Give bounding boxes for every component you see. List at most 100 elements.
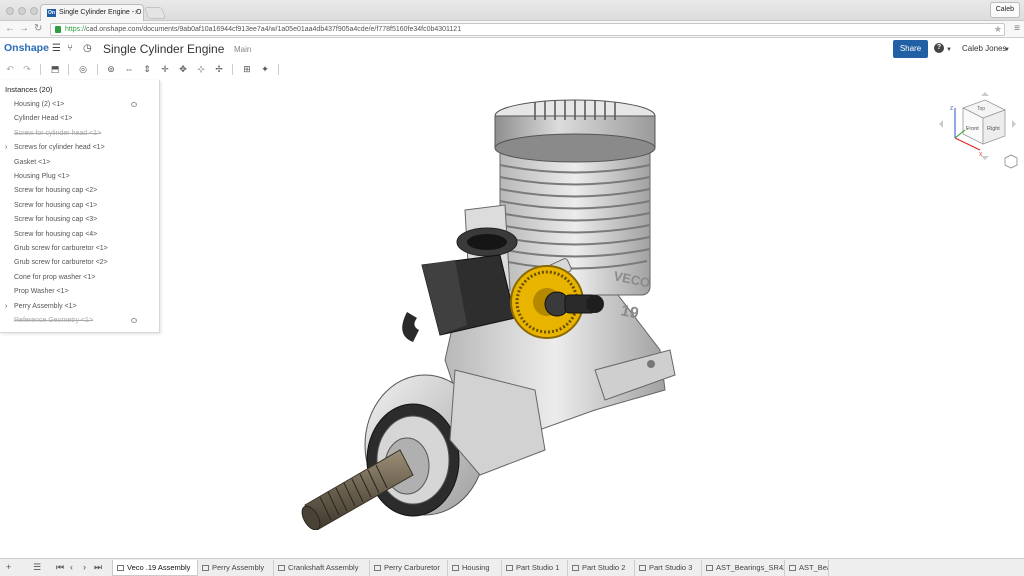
engine-model[interactable]: VECO 19 [295,90,715,530]
help-dropdown-icon[interactable]: ▼ [946,47,952,53]
instance-list-item[interactable]: Screw for cylinder head <1> [0,127,159,141]
instance-list-item[interactable]: › Perry Assembly <1> [0,300,159,314]
ball-mate-icon[interactable]: ✥ [176,62,190,76]
instance-list-item[interactable]: Screw for housing cap <2> [0,184,159,198]
document-tab[interactable]: Housing [448,560,502,576]
zoom-window-button[interactable] [30,7,38,15]
close-tab-icon[interactable]: × [134,8,139,17]
instance-list-item[interactable]: Cone for prop washer <1> [0,271,159,285]
document-tab[interactable]: AST_Bearin [785,560,829,576]
tab-type-icon [572,565,579,571]
rotate-right-arrow-icon [1012,120,1016,128]
tab-type-icon [639,565,646,571]
visibility-eye-icon[interactable] [131,102,137,107]
cylindrical-mate-icon[interactable]: ⇕ [140,62,154,76]
document-tab-label: Part Studio 3 [649,563,693,572]
last-tab-icon[interactable]: ⏭ [94,562,102,573]
user-menu[interactable]: Caleb Jones [962,44,1006,53]
pin-slot-mate-icon[interactable]: ⊹ [194,62,208,76]
document-tab[interactable]: Perry Assembly [198,560,274,576]
forward-icon[interactable]: → [19,23,29,34]
url-protocol: https:// [65,26,87,33]
tab-list-icon[interactable]: ☰ [33,562,41,573]
group-icon[interactable]: ✦ [258,62,272,76]
instance-list-item[interactable]: Housing (2) <1> [0,98,159,112]
instance-label: Screw for housing cap <1> [14,201,98,209]
document-tab[interactable]: Perry Carburetor [370,560,448,576]
minimize-window-button[interactable] [18,7,26,15]
instance-list-item[interactable]: Screw for housing cap <3> [0,213,159,227]
close-window-button[interactable] [6,7,14,15]
document-tab[interactable]: Veco .19 Assembly [112,560,198,576]
instance-list-item[interactable]: Reference Geometry <1> [0,314,159,328]
tab-type-icon [117,565,124,571]
instance-list-item[interactable]: Prop Washer <1> [0,285,159,299]
expand-chevron-icon[interactable]: › [5,300,7,314]
document-title[interactable]: Single Cylinder Engine [103,42,224,56]
back-icon[interactable]: ← [5,23,15,34]
z-axis-label: Z [950,106,953,112]
parallel-mate-icon[interactable]: ✢ [212,62,226,76]
rotate-down-arrow-icon [981,156,989,160]
instance-label: Screws for cylinder head <1> [14,144,105,152]
expand-chevron-icon[interactable]: › [5,141,7,155]
document-menu-icon[interactable]: ☰ [52,43,61,54]
visibility-eye-icon[interactable] [131,318,137,323]
view-cube-top-label: Top [977,106,985,112]
user-dropdown-icon[interactable]: ▼ [1004,47,1010,53]
redo-icon[interactable]: ↷ [20,62,34,76]
next-tab-icon[interactable]: › [83,562,86,572]
rotate-left-arrow-icon [939,120,943,128]
browser-user-chip[interactable]: Caleb [989,2,1020,18]
instance-label: Screw for housing cap <4> [14,230,98,238]
engraving-19: 19 [619,302,640,322]
previous-tab-icon[interactable]: ‹ [70,562,73,572]
instance-label: Screw for housing cap <2> [14,187,98,195]
view-cube[interactable]: Top Front Right Z X Y [935,88,1020,178]
document-tab-label: Perry Assembly [212,563,265,572]
tab-type-icon [452,565,459,571]
instance-list-item[interactable]: Screw for housing cap <1> [0,199,159,213]
document-tab-label: Part Studio 2 [582,563,626,572]
instance-list-item[interactable]: Grub screw for carburetor <1> [0,242,159,256]
document-tab[interactable]: Part Studio 2 [568,560,635,576]
history-icon[interactable]: ◷ [83,43,92,54]
add-tab-icon[interactable]: + [6,562,11,572]
browser-tab[interactable]: On Single Cylinder Engine - O × [40,4,144,21]
lock-icon [55,26,61,33]
instance-label: Screw for housing cap <3> [14,216,98,224]
tab-type-icon [278,565,285,571]
share-button[interactable]: Share [893,40,928,58]
document-tab-label: AST_Bearings_SR4ZZ [716,563,785,572]
document-tab-label: Part Studio 1 [516,563,560,572]
slider-mate-icon[interactable]: ⇔ [122,62,136,76]
instance-list-item[interactable]: Housing Plug <1> [0,170,159,184]
onshape-logo[interactable]: Onshape [4,42,49,54]
url-input[interactable]: https://cad.onshape.com/documents/9ab0af… [50,23,1005,36]
mount-hole [647,360,655,368]
help-icon[interactable]: ? [934,43,944,53]
revolute-mate-icon[interactable]: ⊚ [104,62,118,76]
instance-list-item[interactable]: Cylinder Head <1> [0,112,159,126]
document-tab[interactable]: Crankshaft Assembly [274,560,370,576]
version-graph-icon[interactable]: ⑂ [67,43,73,54]
mate-connector-icon[interactable]: ⊞ [240,62,254,76]
instance-list-item[interactable]: Grub screw for carburetor <2> [0,256,159,270]
insert-icon[interactable]: ⬒ [48,62,62,76]
document-tab[interactable]: Part Studio 3 [635,560,702,576]
reload-icon[interactable]: ↻ [34,23,42,34]
instance-list-item[interactable]: Gasket <1> [0,156,159,170]
document-tab[interactable]: Part Studio 1 [502,560,568,576]
instance-list-item[interactable]: › Screws for cylinder head <1> [0,141,159,155]
bookmark-star-icon[interactable]: ★ [994,24,1002,35]
browser-menu-icon[interactable]: ≡ [1014,23,1020,34]
instance-list-item[interactable]: Screw for housing cap <4> [0,228,159,242]
graphics-viewport[interactable]: VECO 19 [160,80,1024,558]
document-tab[interactable]: AST_Bearings_SR4ZZ [702,560,785,576]
planar-mate-icon[interactable]: ✛ [158,62,172,76]
undo-icon[interactable]: ↶ [3,62,17,76]
fastened-mate-icon[interactable]: ◎ [76,62,90,76]
first-tab-icon[interactable]: ⏮ [56,562,64,573]
new-tab-button[interactable] [143,7,167,19]
tab-type-icon [706,565,713,571]
